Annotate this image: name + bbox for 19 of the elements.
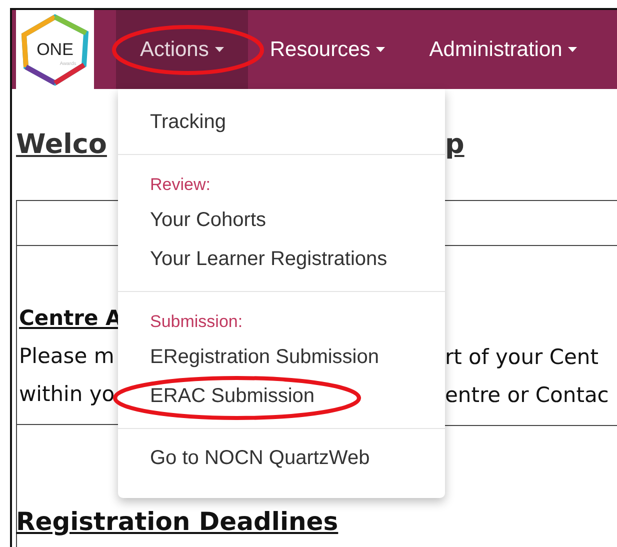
body-text: within yo [19, 382, 116, 406]
body-text: entre or Contac [445, 383, 610, 407]
page-heading: p [445, 129, 466, 160]
nav-menu-item[interactable]: Administration [407, 10, 600, 89]
page-heading: Welco [16, 129, 108, 160]
caret-icon [376, 46, 386, 52]
caret-icon [214, 46, 224, 52]
menu-item[interactable]: Go to NOCN QuartzWeb [118, 439, 402, 478]
menu-section-header: Review: [149, 174, 212, 196]
menu-item[interactable]: Tracking [118, 103, 258, 142]
body-text: Please m [19, 344, 116, 368]
menu-item[interactable]: Your Cohorts [118, 201, 298, 240]
nav-menu-item[interactable]: Resources [248, 10, 408, 89]
menu-item[interactable]: ERegistration Submission [118, 338, 411, 377]
section-title: Registration Deadlines [16, 507, 338, 536]
body-text: rt of your Cent [445, 345, 600, 369]
menu-item[interactable]: Your Learner Registrations [118, 240, 420, 279]
caret-icon [568, 46, 578, 52]
menu-section-header: Submission: [149, 311, 244, 333]
